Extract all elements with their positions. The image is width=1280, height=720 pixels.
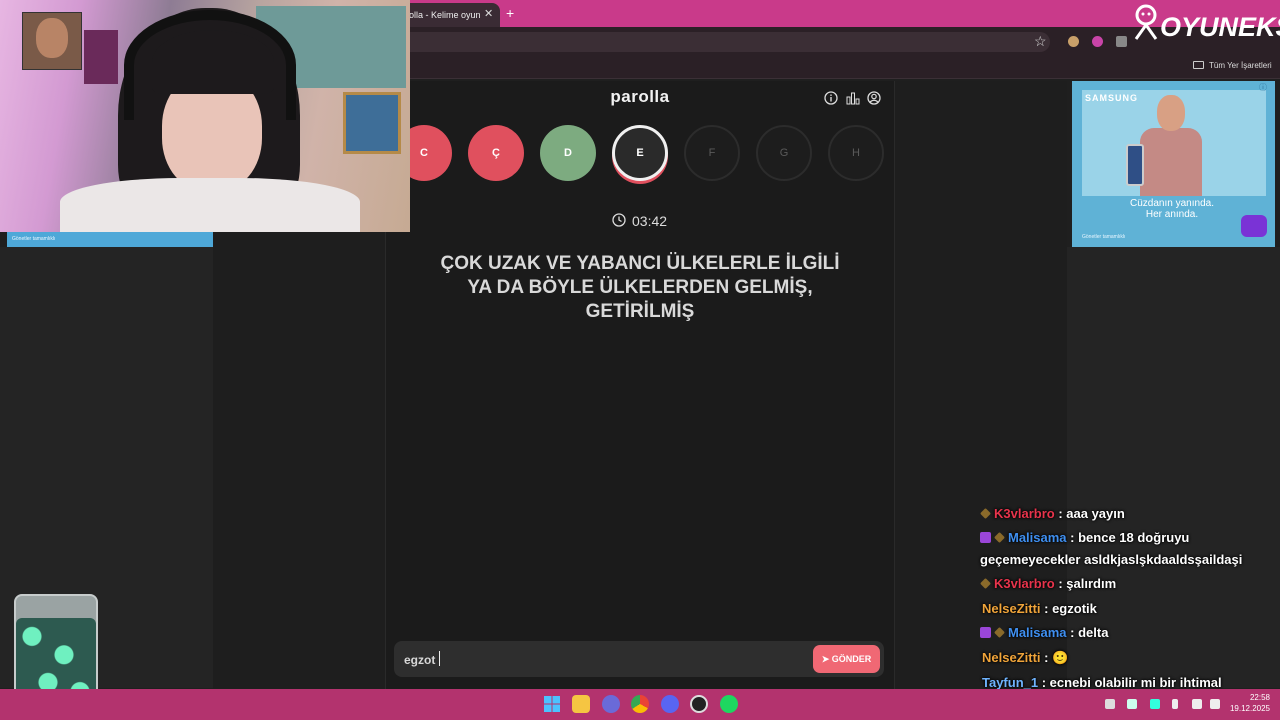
wall-painting [343, 92, 401, 154]
ad-info-icon[interactable]: ⓘ [1258, 82, 1268, 92]
ad-headline-1: Cüzdanın yanında. [1130, 198, 1214, 209]
sword-badge-icon [980, 578, 991, 589]
spotify-icon[interactable] [720, 695, 738, 713]
folder-icon [1193, 61, 1204, 69]
chat-text: : 🙂 [1044, 650, 1069, 665]
stats-icon[interactable] [846, 91, 860, 105]
ad-brand: SAMSUNG [1085, 93, 1139, 103]
text-caret [439, 651, 440, 666]
chat-username[interactable]: Malisama [1008, 530, 1067, 545]
volume-icon[interactable] [1210, 699, 1220, 709]
chat-text: : ecnebi olabilir mi bir ihtimal [1041, 675, 1222, 690]
answer-input[interactable] [404, 650, 804, 670]
ad-wallet-logo-icon [1241, 215, 1267, 237]
stream-logo-text: OYUNEKS [1160, 12, 1280, 42]
file-explorer-icon[interactable] [572, 695, 590, 713]
extension-icon[interactable] [1092, 36, 1103, 47]
letter-circle-d: D [540, 125, 596, 181]
windows-start-icon[interactable] [543, 695, 561, 713]
chat-username[interactable]: NelseZitti [982, 650, 1041, 665]
steam-icon[interactable] [1127, 699, 1137, 709]
chat-message: NelseZitti : egzotik [982, 601, 1097, 616]
sword-badge-icon [994, 627, 1005, 638]
chat-text: geçemeyecekler asldkjaslşkdaaldsşaildaşi [980, 552, 1243, 567]
user-icon[interactable] [867, 91, 881, 105]
subscriber-badge-icon [980, 532, 991, 543]
new-tab-button[interactable]: + [506, 5, 514, 21]
chat-message: Tayfun_1 : ecnebi olabilir mi bir ihtima… [982, 675, 1222, 690]
tray-app-icon[interactable] [1150, 699, 1160, 709]
all-bookmarks-link[interactable]: Tüm Yer İşaretleri [1209, 61, 1272, 70]
chrome-icon[interactable] [631, 695, 649, 713]
send-label: GÖNDER [831, 654, 872, 664]
sword-badge-icon [994, 532, 1005, 543]
webcam-overlay [0, 0, 410, 232]
chat-text: : bence 18 doğruyu [1070, 530, 1190, 545]
bookmark-star-icon[interactable]: ☆ [1034, 33, 1047, 50]
send-arrow-icon: ➤ [821, 654, 832, 664]
chat-username[interactable]: Malisama [1008, 625, 1067, 640]
letter-circle-ç: Ç [468, 125, 524, 181]
chat-message: K3vlarbro : şalırdım [980, 576, 1116, 591]
sword-badge-icon [980, 508, 991, 519]
chat-message: K3vlarbro : aaa yayın [980, 506, 1125, 521]
address-field[interactable] [400, 32, 1050, 52]
chat-message: Malisama : delta [980, 625, 1108, 640]
obs-icon[interactable] [690, 695, 708, 713]
left-ad-footer: Gönetler tamamlıklı [12, 236, 56, 242]
timer: 03:42 [632, 213, 668, 229]
bookmarks-bar [400, 55, 1280, 79]
chat-text: : aaa yayın [1058, 506, 1125, 521]
ad-person-body [1140, 128, 1202, 196]
letter-circle-h: H [828, 125, 884, 181]
right-side-panel [1067, 247, 1280, 688]
chat-text: : delta [1070, 625, 1109, 640]
clock-date[interactable]: 19.12.2025 [1226, 704, 1270, 713]
ad-phone-icon [1126, 144, 1144, 186]
extensions-puzzle-icon[interactable] [1116, 36, 1127, 47]
subscriber-badge-icon [980, 627, 991, 638]
ad-headline-2: Her anında. [1145, 209, 1199, 220]
tab-title: rolla - Kelime oyun [406, 10, 481, 20]
letter-circle-g: G [756, 125, 812, 181]
info-icon[interactable] [824, 91, 838, 105]
chat-username[interactable]: Tayfun_1 [982, 675, 1038, 690]
chat-username[interactable]: NelseZitti [982, 601, 1041, 616]
chat-message: geçemeyecekler asldkjaslşkdaaldsşaildaşi [980, 552, 1242, 567]
wall-poster [84, 30, 118, 84]
microphone-icon[interactable] [1172, 699, 1178, 709]
game-title: parolla [610, 87, 670, 106]
network-icon[interactable] [1192, 699, 1202, 709]
ad-footer: Gönetler tamamlıklı [1082, 234, 1126, 240]
letter-circle-f: F [684, 125, 740, 181]
chat-message: Malisama : bence 18 doğruyu [980, 530, 1189, 545]
chat-username[interactable]: K3vlarbro [994, 576, 1055, 591]
clue-text: ÇOK UZAK VE YABANCI ÜLKELERLE İLGİLİ YA … [440, 253, 840, 322]
discord-icon[interactable] [661, 695, 679, 713]
chat-text: : egzotik [1044, 601, 1097, 616]
ad-person-head [1157, 95, 1185, 131]
mascot-logo-icon [1134, 4, 1158, 40]
chat-username[interactable]: K3vlarbro [994, 506, 1055, 521]
extension-icon[interactable] [1068, 36, 1079, 47]
letter-circle-e: E [612, 125, 668, 181]
chat-message: NelseZitti : 🙂 [982, 650, 1068, 666]
streamer-shirt [60, 178, 360, 232]
send-button[interactable]: ➤ GÖNDER [813, 645, 880, 673]
chat-text: : şalırdım [1058, 576, 1117, 591]
app-icon[interactable] [602, 695, 620, 713]
inset-face [36, 18, 68, 58]
clock-icon [612, 213, 626, 227]
tray-app-icon[interactable] [1105, 699, 1115, 709]
clock-time[interactable]: 22:58 [1246, 693, 1270, 702]
tab-close-icon[interactable]: ✕ [484, 7, 493, 20]
headset [124, 10, 296, 120]
